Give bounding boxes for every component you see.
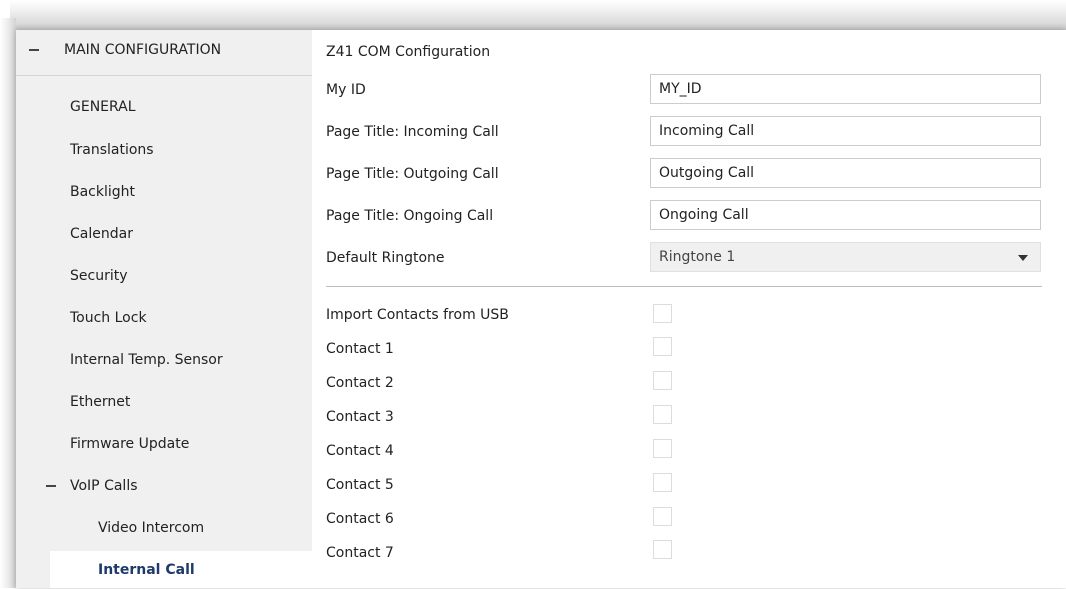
tree-label: MAIN CONFIGURATION — [64, 42, 222, 58]
sidebar-item-general[interactable]: GENERAL — [16, 88, 312, 126]
select-value: Ringtone 1 — [659, 249, 736, 265]
tree-item-main-configuration[interactable]: MAIN CONFIGURATION — [16, 30, 312, 70]
sidebar-item-internal-temp-sensor[interactable]: Internal Temp. Sensor — [16, 341, 312, 379]
top-shadow — [10, 0, 1066, 30]
default-ringtone-select[interactable]: Ringtone 1 — [650, 242, 1041, 272]
contact-4-checkbox[interactable] — [653, 439, 672, 458]
contact-2-checkbox[interactable] — [653, 371, 672, 390]
sidebar-item-label: Touch Lock — [70, 310, 147, 326]
sidebar-item-label: Firmware Update — [70, 436, 190, 452]
sidebar-item-touch-lock[interactable]: Touch Lock — [16, 299, 312, 337]
chevron-down-icon — [1018, 255, 1028, 261]
contact-3-checkbox[interactable] — [653, 405, 672, 424]
content-panel: Z41 COM Configuration My ID MY_ID Page T… — [312, 30, 1066, 588]
tree-label: VoIP Calls — [70, 478, 138, 494]
section-divider — [326, 286, 1042, 287]
sidebar-item-label: Internal Temp. Sensor — [70, 352, 223, 368]
sidebar-item-label: Security — [70, 268, 128, 284]
sidebar-item-label: Calendar — [70, 226, 133, 242]
sidebar-item-translations[interactable]: Translations — [16, 131, 312, 169]
sidebar-item-backlight[interactable]: Backlight — [16, 173, 312, 211]
checkbox-label-contact-7: Contact 7 — [326, 545, 394, 561]
field-label-ongoing-call: Page Title: Ongoing Call — [326, 208, 494, 224]
sidebar-item-calendar[interactable]: Calendar — [16, 215, 312, 253]
field-label-incoming-call: Page Title: Incoming Call — [326, 124, 499, 140]
sidebar-item-label: Ethernet — [70, 394, 131, 410]
sidebar-item-security[interactable]: Security — [16, 257, 312, 295]
checkbox-label-contact-2: Contact 2 — [326, 375, 394, 391]
collapse-icon[interactable] — [29, 49, 39, 51]
sidebar-item-firmware-update[interactable]: Firmware Update — [16, 425, 312, 463]
checkbox-label-contact-4: Contact 4 — [326, 443, 394, 459]
sidebar-item-label: Translations — [70, 142, 154, 158]
checkbox-label-import-contacts: Import Contacts from USB — [326, 307, 509, 323]
section-title: Z41 COM Configuration — [326, 44, 491, 60]
incoming-call-title-input[interactable]: Incoming Call — [650, 116, 1041, 146]
tree-item-voip-calls[interactable]: VoIP Calls — [16, 467, 312, 505]
left-shadow — [0, 18, 16, 588]
sidebar-item-ethernet[interactable]: Ethernet — [16, 383, 312, 421]
field-label-outgoing-call: Page Title: Outgoing Call — [326, 166, 499, 182]
sidebar: MAIN CONFIGURATION GENERAL Translations … — [16, 30, 312, 588]
field-label-my-id: My ID — [326, 82, 366, 98]
contact-1-checkbox[interactable] — [653, 337, 672, 356]
checkbox-label-contact-5: Contact 5 — [326, 477, 394, 493]
screenshot-frame: MAIN CONFIGURATION GENERAL Translations … — [0, 0, 1066, 588]
contact-5-checkbox[interactable] — [653, 473, 672, 492]
sidebar-item-video-intercom[interactable]: Video Intercom — [16, 509, 312, 547]
sidebar-item-label: Internal Call — [98, 562, 195, 578]
outgoing-call-title-input[interactable]: Outgoing Call — [650, 158, 1041, 188]
checkbox-label-contact-3: Contact 3 — [326, 409, 394, 425]
contact-7-checkbox[interactable] — [653, 540, 672, 559]
configuration-window: MAIN CONFIGURATION GENERAL Translations … — [16, 30, 1066, 588]
import-contacts-checkbox[interactable] — [653, 304, 672, 323]
field-label-default-ringtone: Default Ringtone — [326, 250, 445, 266]
collapse-icon[interactable] — [46, 485, 56, 487]
sidebar-item-label: Backlight — [70, 184, 136, 200]
my-id-input[interactable]: MY_ID — [650, 74, 1041, 104]
sidebar-divider — [16, 75, 312, 76]
checkbox-label-contact-6: Contact 6 — [326, 511, 394, 527]
contact-6-checkbox[interactable] — [653, 507, 672, 526]
sidebar-item-internal-call[interactable]: Internal Call — [50, 551, 312, 588]
sidebar-item-label: Video Intercom — [98, 520, 205, 536]
checkbox-label-contact-1: Contact 1 — [326, 341, 394, 357]
sidebar-item-label: GENERAL — [70, 99, 136, 115]
ongoing-call-title-input[interactable]: Ongoing Call — [650, 200, 1041, 230]
